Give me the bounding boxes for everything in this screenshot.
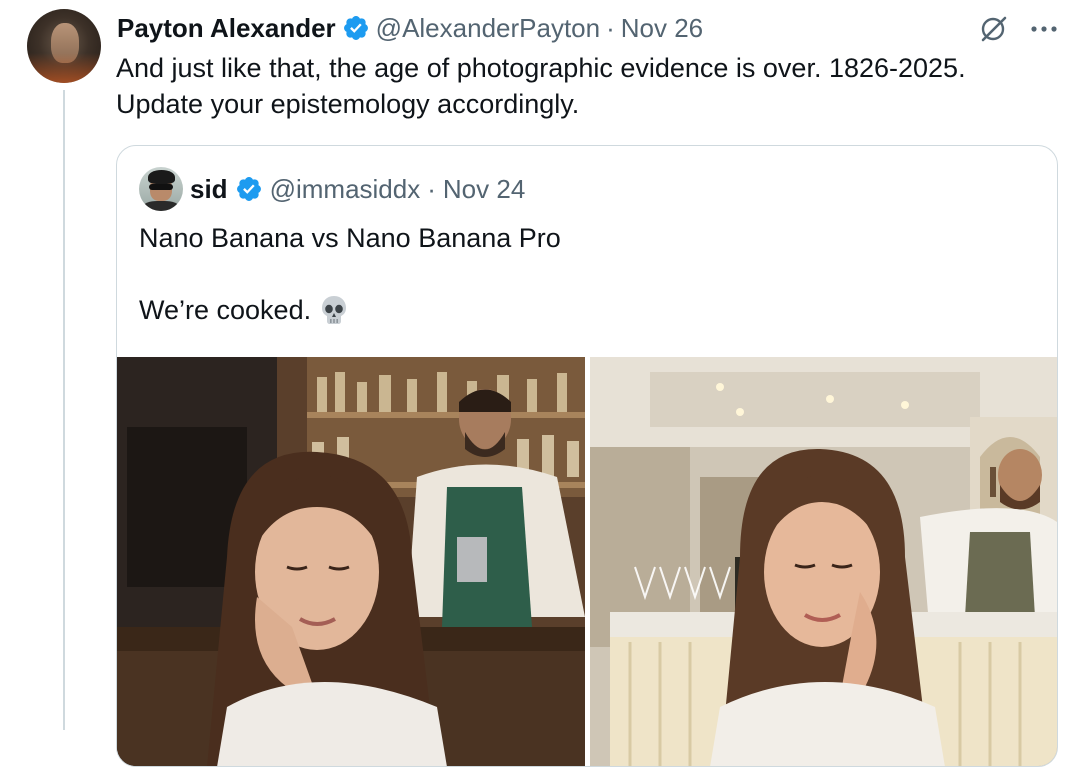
verified-badge-icon	[236, 177, 261, 201]
left-photo[interactable]	[117, 357, 585, 766]
tweet-date[interactable]: Nov 26	[621, 13, 703, 44]
quote-date[interactable]: Nov 24	[443, 174, 525, 205]
quote-author-handle[interactable]: @immasiddx	[270, 174, 421, 205]
author-handle[interactable]: @AlexanderPayton	[376, 13, 600, 44]
skull-emoji-icon	[322, 296, 347, 324]
avatar-sunglasses	[149, 184, 173, 190]
avatar-shirt	[143, 201, 179, 211]
quote-text-line-1: Nano Banana vs Nano Banana Pro	[139, 223, 561, 253]
quote-author-name[interactable]: sid	[190, 174, 228, 205]
quote-text-line-2: We’re cooked.	[139, 295, 312, 325]
right-photo-image	[590, 357, 1057, 766]
more-options-icon[interactable]	[1027, 12, 1061, 46]
avatar-glow	[27, 53, 101, 83]
author-name[interactable]: Payton Alexander	[117, 13, 336, 44]
right-photo[interactable]	[590, 357, 1057, 766]
tweet-text: And just like that, the age of photograp…	[116, 50, 1066, 122]
quoted-tweet[interactable]: sid @immasiddx · Nov 24 Nano Banana vs N…	[116, 145, 1058, 767]
quote-header: sid @immasiddx · Nov 24	[190, 172, 525, 206]
thread-line	[63, 90, 65, 730]
ellipsis-icon	[1031, 26, 1057, 32]
left-photo-image	[117, 357, 585, 766]
avatar-hair	[148, 170, 175, 184]
tweet-text-line-2: Update your epistemology accordingly.	[116, 89, 580, 119]
verified-badge-icon	[343, 16, 368, 40]
author-avatar[interactable]	[27, 9, 101, 83]
quote-text-line-2-wrap: We’re cooked.	[139, 292, 561, 328]
tweet-text-line-1: And just like that, the age of photograp…	[116, 53, 966, 83]
quote-author-avatar[interactable]	[139, 167, 183, 211]
tweet-header: Payton Alexander @AlexanderPayton · Nov …	[117, 12, 703, 44]
quote-text: Nano Banana vs Nano Banana Pro We’re coo…	[139, 220, 561, 328]
grok-icon[interactable]	[976, 12, 1010, 46]
separator-dot: ·	[427, 173, 436, 204]
grok-glyph-icon	[981, 16, 1007, 42]
separator-dot: ·	[606, 12, 615, 43]
